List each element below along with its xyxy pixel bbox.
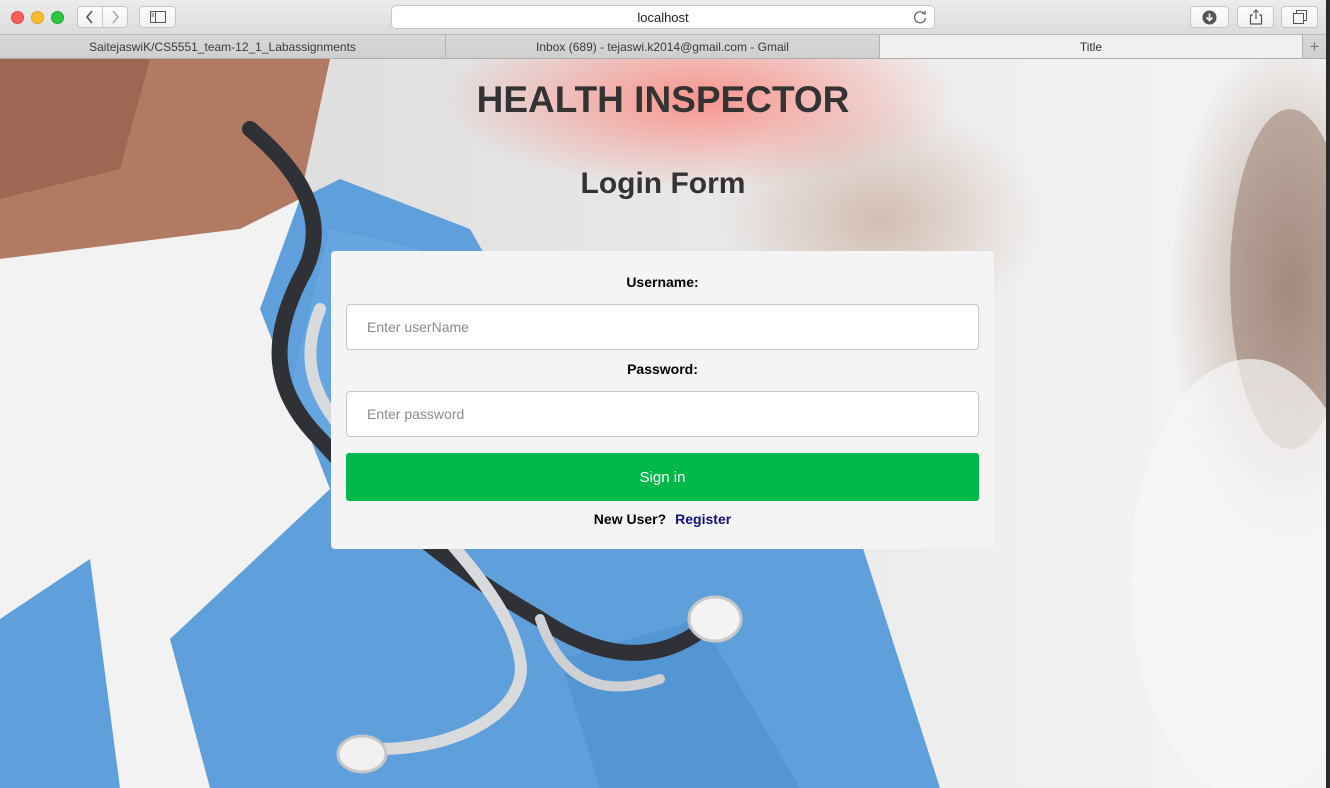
tabs-overview-icon (1292, 10, 1307, 24)
share-button[interactable] (1237, 6, 1274, 28)
tab-github[interactable]: SaitejaswiK/CS5551_team-12_1_Labassignme… (0, 35, 446, 58)
browser-toolbar: localhost (0, 0, 1326, 35)
downloads-button[interactable] (1190, 6, 1229, 28)
new-tab-button[interactable]: + (1303, 35, 1326, 58)
sidebar-icon (149, 11, 166, 23)
sign-in-button[interactable]: Sign in (346, 453, 979, 501)
new-user-text: New User? (593, 511, 667, 527)
address-text: localhost (637, 9, 689, 25)
page-title: HEALTH INSPECTOR (476, 79, 850, 120)
login-form: Username: Password: Sign in New User? Reg… (331, 251, 994, 549)
download-icon (1202, 10, 1217, 24)
tab-bar: SaitejaswiK/CS5551_team-12_1_Labassignme… (0, 35, 1326, 59)
register-row: New User? Register (331, 511, 994, 527)
reload-icon[interactable] (912, 9, 928, 25)
minimize-window-button[interactable] (31, 11, 44, 24)
share-icon (1249, 9, 1262, 25)
username-input[interactable] (346, 304, 979, 350)
chevron-right-icon (112, 10, 120, 24)
close-window-button[interactable] (11, 11, 24, 24)
tab-gmail[interactable]: Inbox (689) - tejaswi.k2014@gmail.com - … (446, 35, 880, 58)
zoom-window-button[interactable] (51, 11, 64, 24)
page-viewport: HEALTH INSPECTOR Login Form Username: Pa… (0, 59, 1326, 788)
password-input[interactable] (346, 391, 979, 437)
address-bar[interactable]: localhost (391, 5, 935, 29)
tab-title[interactable]: Title (880, 35, 1303, 58)
username-label: Username: (626, 274, 699, 290)
back-button[interactable] (77, 6, 103, 28)
window-edge (1326, 0, 1330, 788)
forward-button[interactable] (102, 6, 128, 28)
show-all-tabs-button[interactable] (1281, 6, 1318, 28)
sidebar-toggle-button[interactable] (139, 6, 176, 28)
register-link[interactable]: Register (675, 511, 731, 527)
chevron-left-icon (85, 10, 93, 24)
password-label: Password: (627, 361, 698, 377)
form-heading: Login Form (580, 167, 746, 200)
